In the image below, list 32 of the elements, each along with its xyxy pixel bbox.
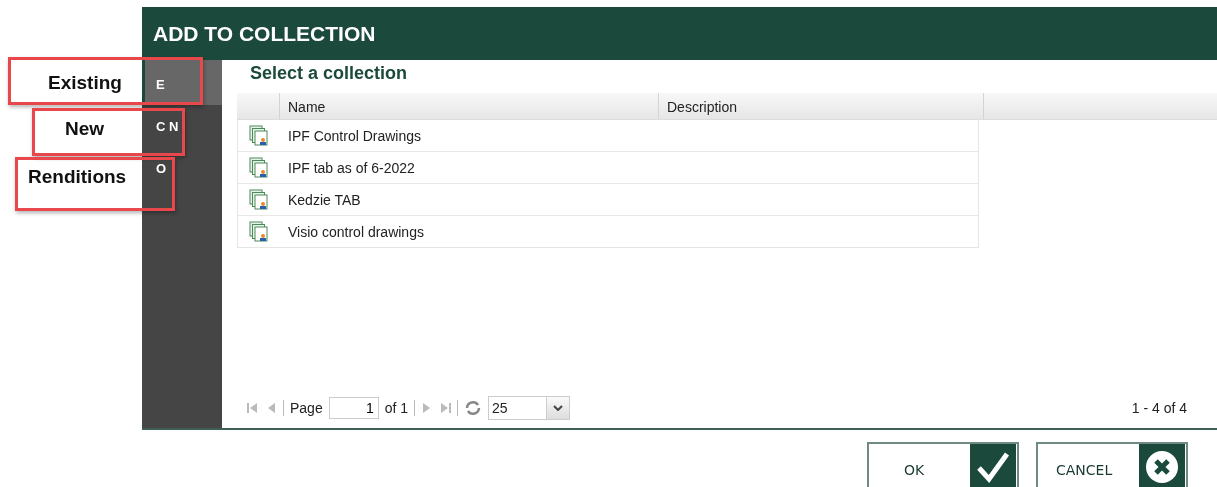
section-heading: Select a collection — [249, 62, 409, 85]
sidebar-tab[interactable]: C N — [142, 105, 222, 153]
column-header[interactable]: Description — [658, 93, 983, 119]
table-row[interactable]: Visio control drawings — [238, 215, 978, 247]
checkmark-icon — [976, 451, 1010, 483]
ok-button[interactable]: OK — [867, 442, 1019, 487]
name-cell-text: IPF Control Drawings — [287, 127, 423, 144]
close-icon — [1145, 450, 1179, 484]
caret-icon — [553, 405, 564, 411]
page-count: of 1 — [384, 400, 409, 416]
column-header[interactable]: Name — [279, 93, 658, 119]
page-input[interactable]: 1 — [328, 397, 379, 419]
collection-icon — [249, 188, 269, 211]
cancel-button[interactable]: CANCEL — [1036, 442, 1188, 487]
collection-icon — [249, 124, 269, 147]
name-cell-text: Kedzie TAB — [287, 191, 362, 208]
table-row[interactable]: Kedzie TAB — [238, 183, 978, 215]
collection-icon — [249, 220, 269, 243]
page-label: Page — [290, 400, 323, 416]
name-cell-text: IPF tab as of 6-2022 — [287, 159, 416, 176]
table-row[interactable]: IPF tab as of 6-2022 — [238, 151, 978, 183]
table-row[interactable]: IPF Control Drawings — [238, 120, 978, 151]
sidebar-tab[interactable]: O — [142, 153, 222, 193]
collection-icon — [249, 156, 269, 179]
name-cell-text: Visio control drawings — [287, 223, 425, 240]
record-count: 1 - 4 of 4 — [1131, 400, 1187, 416]
callout-label: Existing — [48, 72, 122, 94]
callout-label: Renditions — [28, 166, 127, 188]
callout-label: New — [65, 118, 105, 140]
dialog-title: ADD TO COLLECTION — [153, 21, 376, 46]
page-size-select[interactable]: 25 — [488, 396, 571, 420]
refresh-icon[interactable] — [464, 399, 483, 417]
